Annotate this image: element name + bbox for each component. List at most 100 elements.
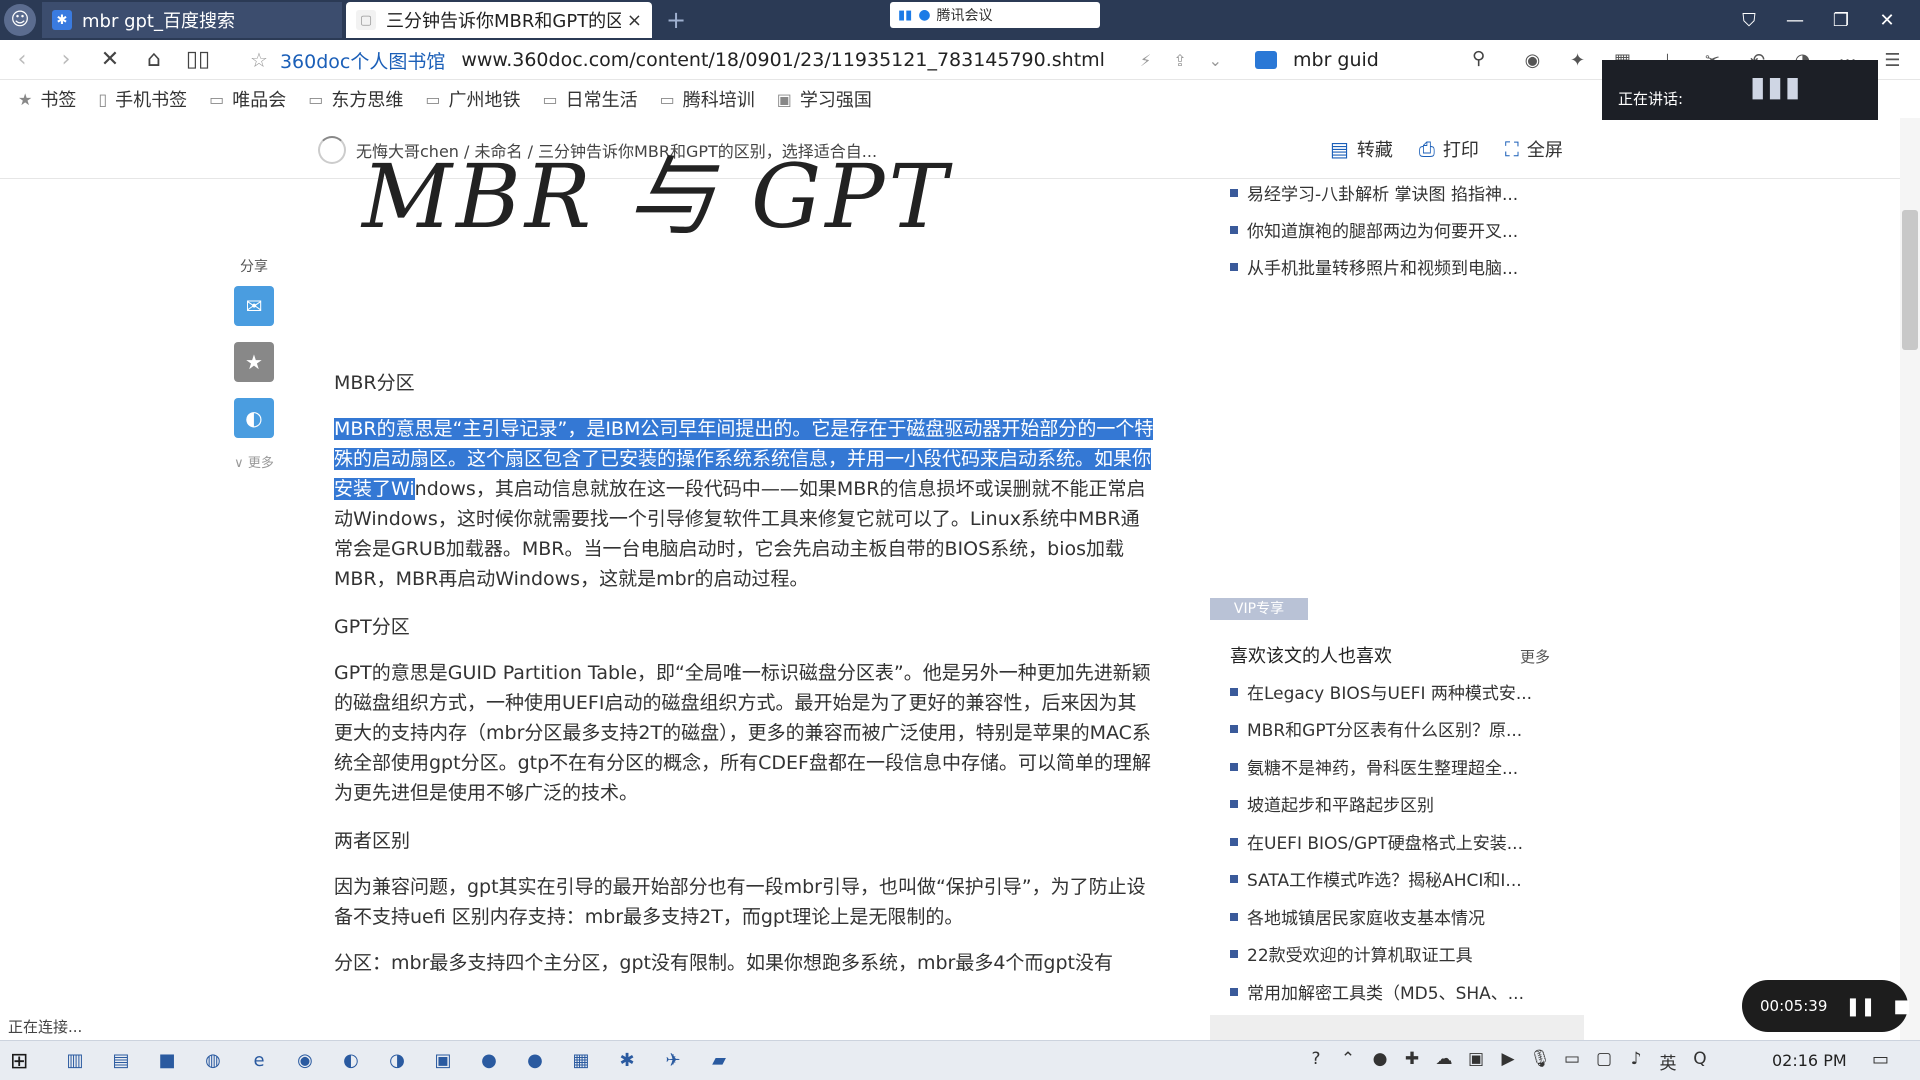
pause-icon[interactable]: ❚❚ (1845, 996, 1875, 1017)
speaking-overlay: 正在讲话: ▮▮▮ (1602, 60, 1878, 120)
app-icon[interactable]: ✈ (650, 1047, 696, 1075)
microphone-icon[interactable]: 🎙 (1524, 1049, 1556, 1074)
share-more-link[interactable]: ∨ 更多 (232, 452, 276, 471)
related-link[interactable]: 氨糖不是神药，骨科医生整理超全... (1230, 754, 1518, 779)
volume-icon[interactable]: ♪ (1620, 1049, 1652, 1074)
qq-share-icon[interactable]: ◐ (234, 398, 274, 438)
share-link-icon[interactable]: ⇪ (1173, 51, 1186, 70)
related-link[interactable]: 在UEFI BIOS/GPT硬盘格式上安装... (1230, 829, 1523, 854)
related-link[interactable]: SATA工作模式咋选？揭秘AHCI和I... (1230, 866, 1522, 891)
file-explorer-icon[interactable]: ▤ (98, 1047, 144, 1075)
favorite-share-icon[interactable]: ★ (234, 342, 274, 382)
sidebar-link[interactable]: 你知道旗袍的腿部两边为何要开叉... (1230, 217, 1518, 242)
bookmark-item[interactable]: ▭ 广州地铁 (425, 86, 520, 112)
tab-baidu-search[interactable]: ✱ mbr gpt_百度搜索 (42, 2, 342, 38)
tray-app-icon[interactable]: ● (1364, 1049, 1396, 1074)
sidebar-link[interactable]: 从手机批量转移照片和视频到电脑... (1230, 254, 1518, 279)
chevron-down-icon[interactable]: ⌄ (1209, 51, 1222, 70)
sidebar-link[interactable]: 易经学习-八卦解析 掌诀图 掐指神... (1230, 180, 1518, 205)
app-icon[interactable]: ● (466, 1047, 512, 1075)
related-link[interactable]: 坡道起步和平路起步区别 (1230, 791, 1434, 816)
bookmark-item[interactable]: ▭ 日常生活 (543, 86, 638, 112)
chevron-up-icon[interactable]: ⌃ (1332, 1049, 1364, 1074)
search-icon[interactable]: ⚲ (1472, 48, 1485, 69)
related-link[interactable]: 在Legacy BIOS与UEFI 两种模式安... (1230, 679, 1532, 704)
app-icon[interactable]: ◍ (190, 1047, 236, 1075)
tray-app-icon[interactable]: Q (1684, 1049, 1716, 1074)
globe-icon[interactable]: ◐ (328, 1047, 374, 1075)
tray-app-icon[interactable]: ✚ (1396, 1049, 1428, 1074)
app-icon[interactable]: ● (512, 1047, 558, 1075)
task-view-icon[interactable]: ▥ (52, 1047, 98, 1075)
app-icon[interactable]: ▰ (696, 1047, 742, 1075)
wechat-share-icon[interactable]: ✉ (234, 286, 274, 326)
bullet-icon (1230, 799, 1238, 808)
clock[interactable]: 02:16 PM (1772, 1051, 1847, 1070)
tray-app-icon[interactable]: ▶ (1492, 1049, 1524, 1074)
related-link[interactable]: 各地城镇居民家庭收支基本情况 (1230, 904, 1485, 929)
section-title-mbr: MBR分区 (334, 372, 415, 394)
bookmark-star-icon[interactable]: ☆ (250, 48, 268, 72)
browser-icon[interactable]: ◉ (282, 1047, 328, 1075)
search-engine-icon[interactable] (1255, 51, 1277, 69)
home-icon[interactable]: ⌂ (132, 47, 176, 72)
address-field[interactable]: ☆ 360doc个人图书馆 www.360doc.com/content/18/… (250, 40, 1105, 80)
related-more-link[interactable]: 更多 (1520, 646, 1550, 667)
bookmark-item[interactable]: ▭ 腾科培训 (660, 86, 755, 112)
app-icon[interactable]: ■ (144, 1047, 190, 1075)
bookmark-item[interactable]: ▣ 学习强国 (777, 86, 872, 112)
app-icon[interactable]: ✱ (604, 1047, 650, 1075)
printer-icon: ⎙ (1418, 137, 1435, 161)
bookmark-item[interactable]: ★ 书签 (18, 86, 76, 112)
close-tab-icon[interactable]: × (627, 10, 642, 31)
app-icon[interactable]: ▣ (420, 1047, 466, 1075)
back-arrow-icon[interactable]: ‹ (0, 47, 44, 72)
input-method-icon[interactable]: 英 (1652, 1049, 1684, 1074)
bookmark-item[interactable]: ▭ 唯品会 (209, 86, 286, 112)
fullscreen-button[interactable]: ⛶ 全屏 (1505, 136, 1563, 162)
app-icon[interactable]: ◑ (374, 1047, 420, 1075)
bookmark-item[interactable]: ▯ 手机书签 (98, 86, 187, 112)
page-icon: ▢ (356, 10, 376, 30)
extension-icon[interactable]: ✦ (1555, 50, 1600, 71)
edge-icon[interactable]: e (236, 1047, 282, 1075)
reading-mode-icon[interactable]: ▯▯ (176, 47, 220, 72)
meeting-indicator[interactable]: ▮▮ ● 腾讯会议 (890, 2, 1100, 28)
print-button[interactable]: ⎙ 打印 (1419, 136, 1479, 162)
forward-arrow-icon[interactable]: › (44, 47, 88, 72)
browser-logo-icon[interactable]: ☺ (4, 4, 36, 36)
tray-app-icon[interactable]: ▣ (1460, 1049, 1492, 1074)
bookmark-item[interactable]: ▭ 东方思维 (308, 86, 403, 112)
lightning-icon[interactable]: ⚡ (1140, 51, 1151, 70)
related-link[interactable]: 常用加解密工具类（MD5、SHA、... (1230, 979, 1524, 1004)
stop-icon[interactable]: ■ (1894, 996, 1911, 1017)
help-icon[interactable]: ? (1300, 1049, 1332, 1074)
status-text: 正在连接... (8, 1018, 83, 1036)
network-icon[interactable]: ▢ (1588, 1049, 1620, 1074)
game-controller-icon[interactable]: ◉ (1510, 50, 1555, 71)
new-tab-button[interactable]: + (660, 4, 692, 36)
stop-loading-icon[interactable]: ✕ (88, 47, 132, 72)
windows-start-icon[interactable]: ⊞ (10, 1049, 28, 1074)
scrollbar-thumb[interactable] (1902, 210, 1918, 350)
related-link[interactable]: MBR和GPT分区表有什么区别？原... (1230, 716, 1522, 741)
bilibili-watermark-icon: ▮▮▮ (1750, 70, 1803, 103)
search-input[interactable]: mbr guid (1255, 40, 1379, 80)
article-toolbar: 无悔大哥chen / 未命名 / 三分钟告诉你MBR和GPT的区别，选择适合自.… (0, 128, 1920, 168)
minimize-icon[interactable]: — (1772, 10, 1818, 31)
repost-button[interactable]: ▤ 转藏 (1330, 136, 1393, 162)
battery-icon[interactable]: ▭ (1556, 1049, 1588, 1074)
tab-article[interactable]: ▢ 三分钟告诉你MBR和GPT的区别 × (346, 2, 652, 38)
paragraph-text: ndows，其启动信息就放在这一段代码中——如果MBR的信息损坏或误删就不能正常… (334, 478, 1146, 590)
app-icon[interactable]: ▦ (558, 1047, 604, 1075)
close-window-icon[interactable]: ✕ (1864, 10, 1910, 31)
url-text[interactable]: www.360doc.com/content/18/0901/23/119351… (461, 49, 1105, 71)
baidu-paw-icon: ✱ (52, 10, 72, 30)
tray-app-icon[interactable]: ☁ (1428, 1049, 1460, 1074)
restore-icon[interactable]: ❐ (1818, 10, 1864, 31)
search-query[interactable]: mbr guid (1293, 49, 1379, 71)
related-link[interactable]: 22款受欢迎的计算机取证工具 (1230, 941, 1473, 966)
article-content: MBR 与 GPT MBR分区 MBR的意思是“主引导记录”，是IBM公司早年间… (334, 153, 1154, 978)
notification-icon[interactable]: ▭ (1872, 1049, 1889, 1070)
skin-icon[interactable]: ⛉ (1726, 10, 1772, 31)
